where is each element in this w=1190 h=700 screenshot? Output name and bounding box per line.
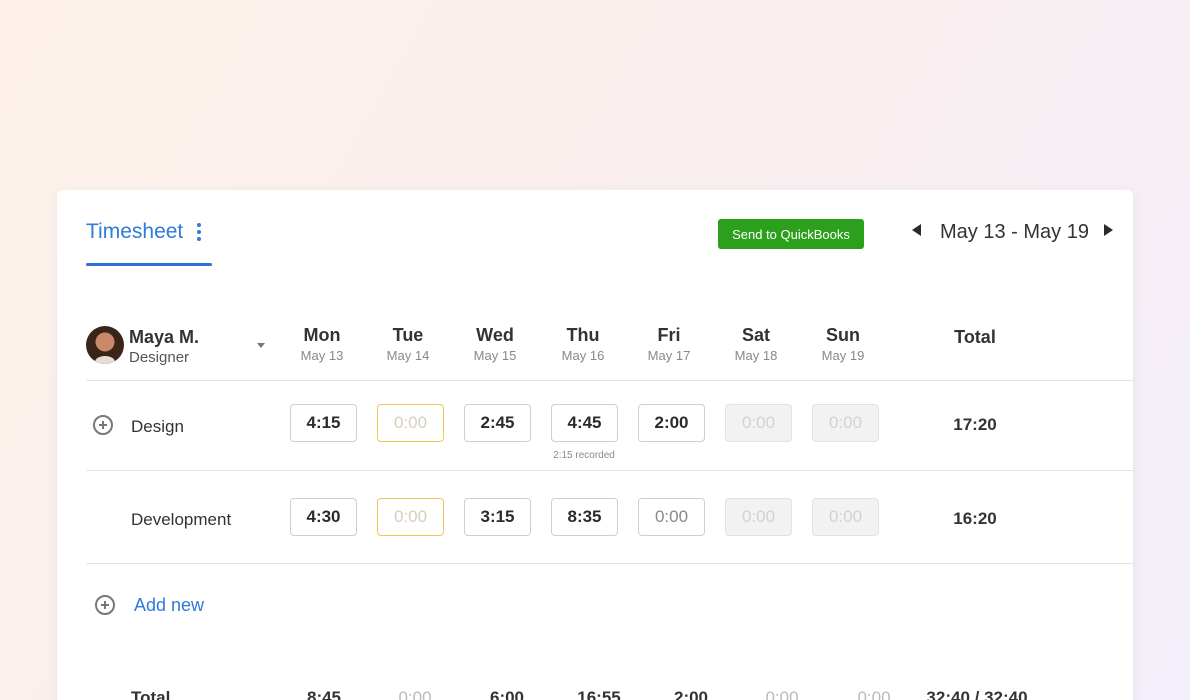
time-cell-design-wed[interactable]: 2:45 — [464, 404, 531, 442]
triangle-left-icon[interactable] — [912, 224, 921, 236]
user-name: Maya M. — [129, 327, 200, 347]
day-date: May 17 — [647, 348, 691, 363]
footer-total-label: Total — [131, 688, 171, 700]
time-cell-development-mon[interactable]: 4:30 — [290, 498, 357, 536]
plus-circle-icon[interactable] — [93, 415, 113, 435]
day-date: May 15 — [473, 348, 517, 363]
plus-circle-icon[interactable] — [95, 595, 115, 615]
time-cell-development-thu[interactable]: 8:35 — [551, 498, 618, 536]
day-date: May 19 — [821, 348, 865, 363]
active-tab-underline — [86, 263, 212, 266]
day-header-mon: Mon May 13 — [282, 325, 362, 363]
triangle-right-icon[interactable] — [1104, 224, 1113, 236]
add-new-link[interactable]: Add new — [134, 595, 204, 616]
footer-total-mon: 8:45 — [306, 688, 342, 700]
divider — [86, 470, 1133, 471]
time-cell-design-thu[interactable]: 4:45 — [551, 404, 618, 442]
time-cell-design-fri[interactable]: 2:00 — [638, 404, 705, 442]
day-header-sat: Sat May 18 — [716, 325, 796, 363]
divider — [86, 563, 1133, 564]
footer-total-sat: 0:00 — [765, 688, 799, 700]
footer-total-thu: 16:55 — [577, 688, 621, 700]
timesheet-card: Timesheet Send to QuickBooks May 13 - Ma… — [57, 190, 1133, 700]
footer-total-wed: 6:00 — [489, 688, 525, 700]
row-total-development: 16:20 — [953, 509, 997, 528]
day-header-fri: Fri May 17 — [629, 325, 709, 363]
day-date: May 14 — [386, 348, 430, 363]
more-vertical-icon[interactable] — [197, 223, 202, 241]
row-total-design: 17:20 — [953, 415, 997, 434]
time-cell-development-sun: 0:00 — [812, 498, 879, 536]
time-cell-development-wed[interactable]: 3:15 — [464, 498, 531, 536]
day-name: Tue — [392, 325, 424, 345]
time-cell-design-mon[interactable]: 4:15 — [290, 404, 357, 442]
footer-total-fri: 2:00 — [673, 688, 709, 700]
total-column-header: Total — [954, 327, 996, 347]
time-cell-design-sat: 0:00 — [725, 404, 792, 442]
time-cell-development-fri[interactable]: 0:00 — [638, 498, 705, 536]
day-header-sun: Sun May 19 — [803, 325, 883, 363]
day-name: Sun — [826, 325, 860, 345]
footer-grand-total: 32:40 / 32:40 — [926, 688, 1028, 700]
footer-total-sun: 0:00 — [857, 688, 891, 700]
day-date: May 18 — [734, 348, 778, 363]
day-header-thu: Thu May 16 — [543, 325, 623, 363]
time-cell-design-tue[interactable]: 0:00 — [377, 404, 444, 442]
time-cell-development-tue[interactable]: 0:00 — [377, 498, 444, 536]
row-label-development: Development — [131, 510, 232, 529]
footer-total-tue: 0:00 — [398, 688, 432, 700]
row-label-design: Design — [131, 417, 184, 436]
day-date: May 13 — [300, 348, 344, 363]
time-cell-development-sat: 0:00 — [725, 498, 792, 536]
day-date: May 16 — [561, 348, 605, 363]
user-role: Designer — [129, 349, 190, 366]
tab-timesheet-label: Timesheet — [86, 220, 184, 243]
caret-down-icon[interactable] — [257, 343, 265, 348]
day-name: Thu — [566, 325, 600, 345]
time-cell-design-sun: 0:00 — [812, 404, 879, 442]
day-header-tue: Tue May 14 — [368, 325, 448, 363]
divider — [86, 380, 1133, 381]
day-header-wed: Wed May 15 — [455, 325, 535, 363]
day-name: Mon — [303, 325, 341, 345]
send-to-quickbooks-button[interactable]: Send to QuickBooks — [718, 219, 864, 249]
avatar — [86, 326, 124, 364]
day-name: Fri — [657, 325, 681, 345]
tab-timesheet[interactable]: Timesheet — [86, 220, 202, 244]
day-name: Sat — [741, 325, 770, 345]
date-range: May 13 - May 19 — [940, 221, 1089, 243]
day-name: Wed — [476, 325, 514, 345]
recorded-note: 2:15 recorded — [553, 450, 615, 461]
